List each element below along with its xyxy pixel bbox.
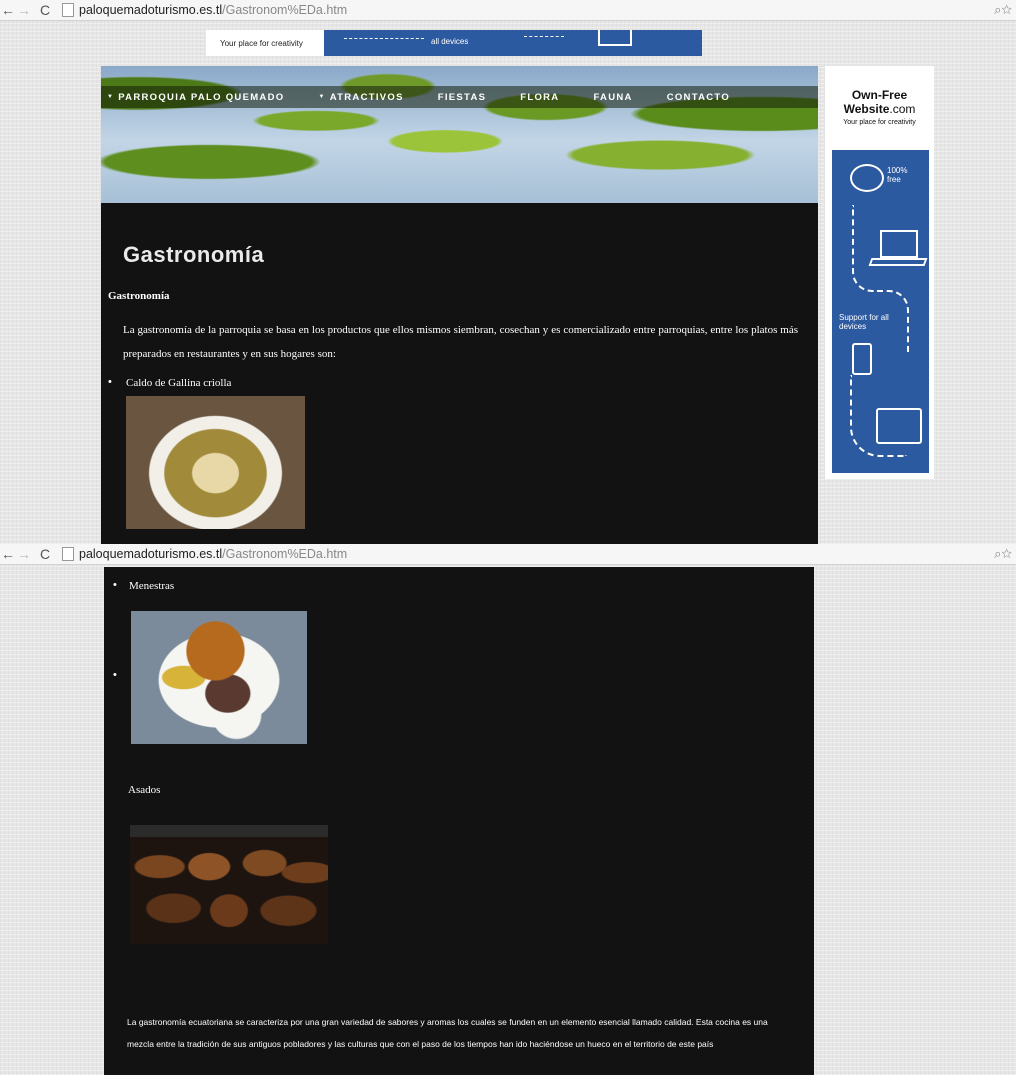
nav-item-label: CONTACTO <box>666 91 731 103</box>
list-bullet: • <box>113 669 117 681</box>
zoom-bookmark-icons[interactable]: ⌕☆ <box>994 546 1012 562</box>
address-bar[interactable]: paloquemadoturismo.es.tl/Gastronom%EDa.h… <box>79 3 347 17</box>
section-subtitle: Gastronomía <box>108 290 170 302</box>
laptop-base-icon <box>868 258 928 266</box>
url-path: /Gastronom%EDa.htm <box>222 547 348 561</box>
nav-item-label: PARROQUIA PALO QUEMADO <box>118 91 285 103</box>
page-title: Gastronomía <box>123 242 265 267</box>
list-bullet: • <box>113 579 117 591</box>
nav-item-contacto[interactable]: CONTACTO <box>667 92 730 103</box>
ad-brand-domain: Website.com <box>825 102 934 116</box>
back-arrow-icon[interactable]: ← <box>0 546 16 562</box>
laptop-icon <box>880 230 918 258</box>
ad-tagline: Your place for creativity <box>843 119 916 126</box>
asados-photo <box>130 825 328 944</box>
nav-item-fiestas[interactable]: FIESTAS <box>438 92 487 103</box>
nav-item-parroquia-palo-quemado[interactable]: ▼ PARROQUIA PALO QUEMADO <box>107 92 284 103</box>
dish-menestras: Menestras <box>129 580 175 592</box>
ad-brand-name: Own-Free <box>851 88 908 102</box>
main-content: ▼ PARROQUIA PALO QUEMADO ▼ ATRACTIVOS FIESTA… <box>101 66 818 544</box>
caldo-photo <box>126 396 305 529</box>
url-domain: paloquemadoturismo.es.tl <box>79 547 223 561</box>
dropdown-arrow-icon: ▼ <box>318 93 326 100</box>
nav-item-label: FLORA <box>520 91 560 103</box>
main-content-continued: • Menestras • Asados La gastronomía ecua… <box>104 567 814 1075</box>
ad-brand-suffix: .com <box>889 102 916 116</box>
dashed-path <box>524 36 564 37</box>
ad-free-text: 100% free <box>887 166 908 184</box>
main-navigation: ▼ PARROQUIA PALO QUEMADO ▼ ATRACTIVOS FIESTA… <box>101 86 818 108</box>
dashed-path <box>344 38 424 39</box>
banner-tagline: Your place for creativity <box>220 39 303 48</box>
tablet-icon <box>876 408 922 444</box>
list-bullet: • <box>108 376 112 388</box>
dish-asados: Asados <box>128 784 161 796</box>
nav-item-label: FAUNA <box>593 91 633 103</box>
menestras-photo <box>131 611 307 744</box>
page-icon <box>62 3 74 17</box>
nav-item-fauna[interactable]: FAUNA <box>593 92 632 103</box>
page-icon <box>62 547 74 561</box>
reload-icon[interactable]: C <box>36 546 54 562</box>
reload-icon[interactable]: C <box>36 2 54 18</box>
browser-toolbar: ← → C paloquemadoturismo.es.tl/Gastronom… <box>0 0 1016 21</box>
nav-item-label: ATRACTIVOS <box>329 91 404 103</box>
ad-support-text: Support for all devices <box>839 313 889 331</box>
nav-item-label: FIESTAS <box>437 91 487 103</box>
address-bar[interactable]: paloquemadoturismo.es.tl/Gastronom%EDa.h… <box>79 547 347 561</box>
ad-blue-panel: 100% free Support for all devices <box>832 150 929 473</box>
url-path: /Gastronom%EDa.htm <box>222 3 348 17</box>
dropdown-arrow-icon: ▼ <box>107 93 115 100</box>
closing-paragraph: La gastronomía ecuatoriana se caracteriz… <box>127 1017 768 1049</box>
browser-toolbar-second: ← → C paloquemadoturismo.es.tl/Gastronom… <box>0 544 1016 565</box>
side-ad[interactable]: Own-Free Website.com Your place for crea… <box>825 66 934 479</box>
ad-brand-bold: Website <box>843 102 890 116</box>
back-arrow-icon[interactable]: ← <box>0 2 16 18</box>
banner-devices-text: all devices <box>431 37 469 46</box>
forward-arrow-icon[interactable]: → <box>16 2 32 18</box>
device-icon <box>598 30 632 46</box>
forward-arrow-icon[interactable]: → <box>16 546 32 562</box>
intro-paragraph: La gastronomía de la parroquia se basa e… <box>123 324 798 360</box>
nav-item-atractivos[interactable]: ▼ ATRACTIVOS <box>318 92 403 103</box>
piggy-bank-icon <box>850 164 884 192</box>
top-ad-banner[interactable]: Your place for creativity all devices <box>206 30 702 56</box>
banner-blue-panel: all devices <box>324 30 702 56</box>
url-domain: paloquemadoturismo.es.tl <box>79 3 223 17</box>
nav-item-flora[interactable]: FLORA <box>520 92 559 103</box>
zoom-bookmark-icons[interactable]: ⌕☆ <box>994 2 1012 18</box>
dish-caldo: Caldo de Gallina criolla <box>126 377 232 389</box>
dashed-path <box>852 205 874 292</box>
phone-icon <box>852 343 872 375</box>
